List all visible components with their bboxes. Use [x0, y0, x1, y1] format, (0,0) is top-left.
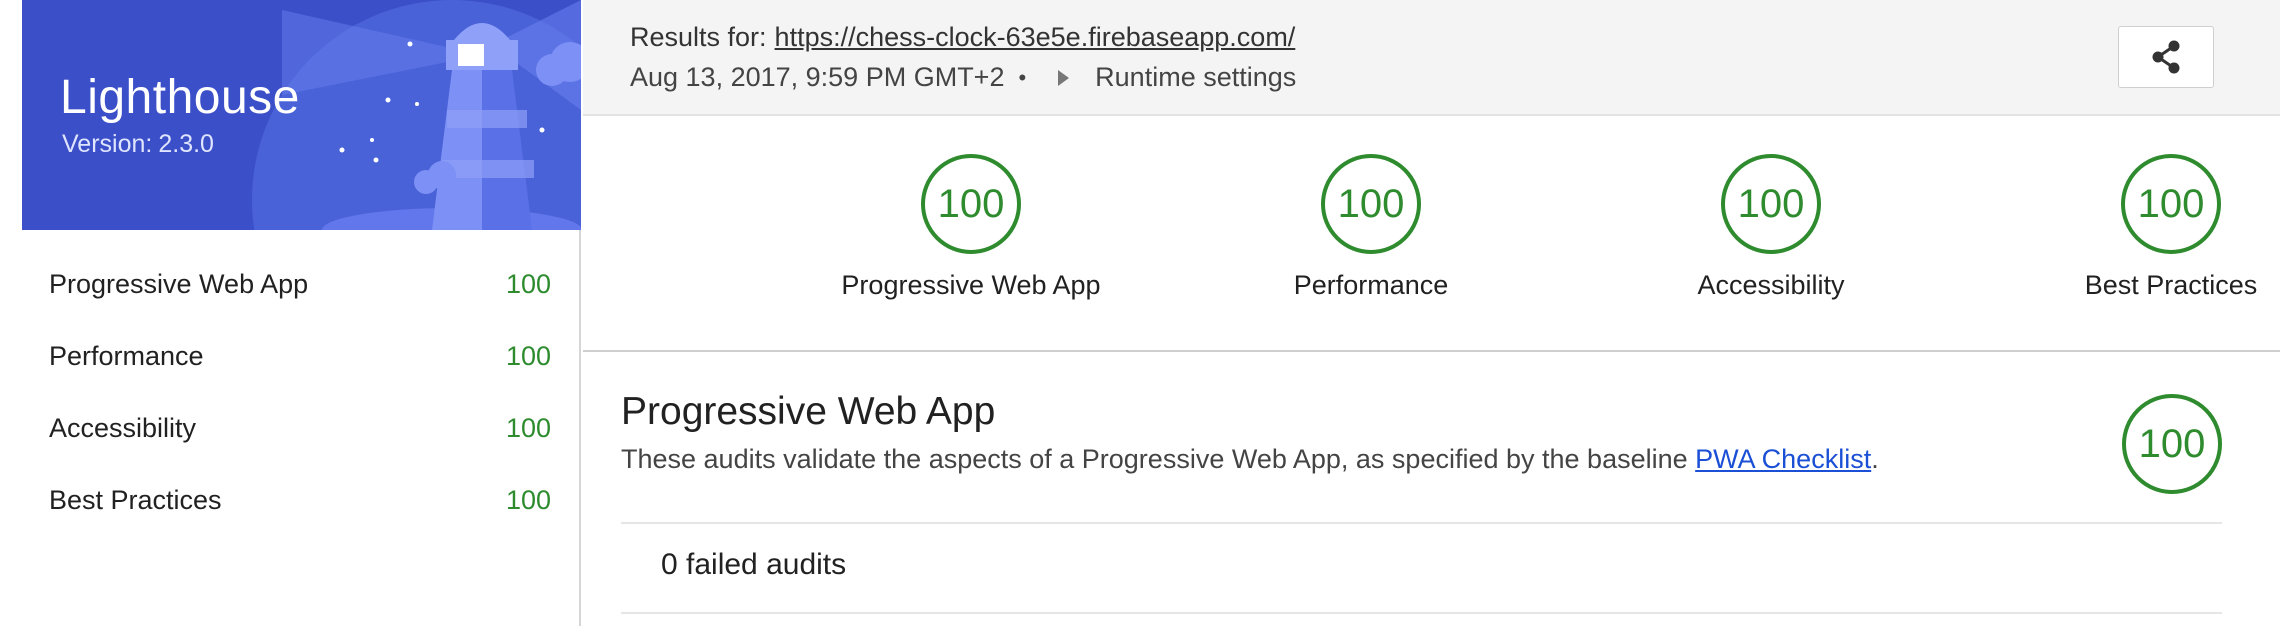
report-date: Aug 13, 2017, 9:59 PM GMT+2	[630, 62, 1005, 92]
share-icon	[2152, 40, 2180, 74]
gauge-score: 100	[1721, 154, 1821, 254]
description-text: These audits validate the aspects of a P…	[621, 444, 1688, 474]
gauge-score: 100	[1321, 154, 1421, 254]
results-label: Results for:	[630, 22, 767, 52]
tested-url-link[interactable]: https://chess-clock-63e5e.firebaseapp.co…	[775, 22, 1296, 52]
sidebar-item-score: 100	[505, 484, 551, 515]
gauge-label: Best Practices	[2084, 270, 2258, 300]
gauge-label: Accessibility	[1697, 270, 1845, 300]
runtime-settings-toggle[interactable]: Runtime settings	[1095, 62, 1296, 93]
sidebar-item-best-practices[interactable]: Best Practices 100	[22, 464, 579, 536]
expand-triangle-icon[interactable]	[1058, 69, 1070, 86]
app-version: Version: 2.3.0	[62, 130, 214, 159]
gauge-progressive-web-app[interactable]: 100 Progressive Web App	[821, 154, 1121, 301]
section-score-gauge: 100	[2122, 394, 2222, 494]
sidebar-item-label: Accessibility	[49, 412, 197, 443]
sidebar-item-score: 100	[505, 340, 551, 371]
share-button[interactable]	[2118, 26, 2214, 88]
section-title: Progressive Web App	[621, 390, 996, 433]
app-title: Lighthouse	[60, 71, 300, 124]
version-label: Version:	[62, 130, 153, 158]
sidebar-item-label: Progressive Web App	[49, 268, 309, 299]
gauge-score: 100	[921, 154, 1021, 254]
description-period: .	[1871, 444, 1879, 474]
divider	[621, 522, 2222, 524]
sidebar-item-progressive-web-app[interactable]: Progressive Web App 100	[22, 248, 579, 320]
gauge-performance[interactable]: 100 Performance	[1221, 154, 1521, 301]
gauge-best-practices[interactable]: 100 Best Practices	[2021, 154, 2280, 301]
sidebar: Lighthouse Version: 2.3.0 Progressive Web…	[22, 0, 581, 626]
pwa-checklist-link[interactable]: PWA Checklist	[1695, 444, 1871, 474]
sidebar-item-accessibility[interactable]: Accessibility 100	[22, 392, 579, 464]
score-gauges: 100 Progressive Web App 100 Performance …	[583, 118, 2280, 352]
gauge-score: 100	[2121, 154, 2221, 254]
separator-dot: •	[1018, 64, 1027, 90]
category-nav: Progressive Web App 100 Performance 100 …	[22, 248, 579, 536]
sidebar-item-score: 100	[505, 268, 551, 299]
meta-line: Aug 13, 2017, 9:59 PM GMT+2 • Runtime se…	[630, 62, 1296, 93]
sidebar-item-label: Performance	[49, 340, 204, 371]
sidebar-item-label: Best Practices	[49, 484, 222, 515]
failed-audits-toggle[interactable]: 0 failed audits	[661, 548, 846, 582]
gauge-label: Progressive Web App	[841, 270, 1101, 300]
results-line: Results for: https://chess-clock-63e5e.fi…	[630, 22, 1295, 53]
lighthouse-banner: Lighthouse Version: 2.3.0	[22, 0, 581, 230]
section-description: These audits validate the aspects of a P…	[621, 444, 1879, 475]
sidebar-item-score: 100	[505, 412, 551, 443]
sidebar-item-performance[interactable]: Performance 100	[22, 320, 579, 392]
divider	[621, 612, 2222, 614]
version-number: 2.3.0	[158, 130, 214, 158]
gauge-accessibility[interactable]: 100 Accessibility	[1621, 154, 1921, 301]
report-header: Results for: https://chess-clock-63e5e.fi…	[583, 0, 2280, 116]
gauge-label: Performance	[1293, 270, 1449, 300]
